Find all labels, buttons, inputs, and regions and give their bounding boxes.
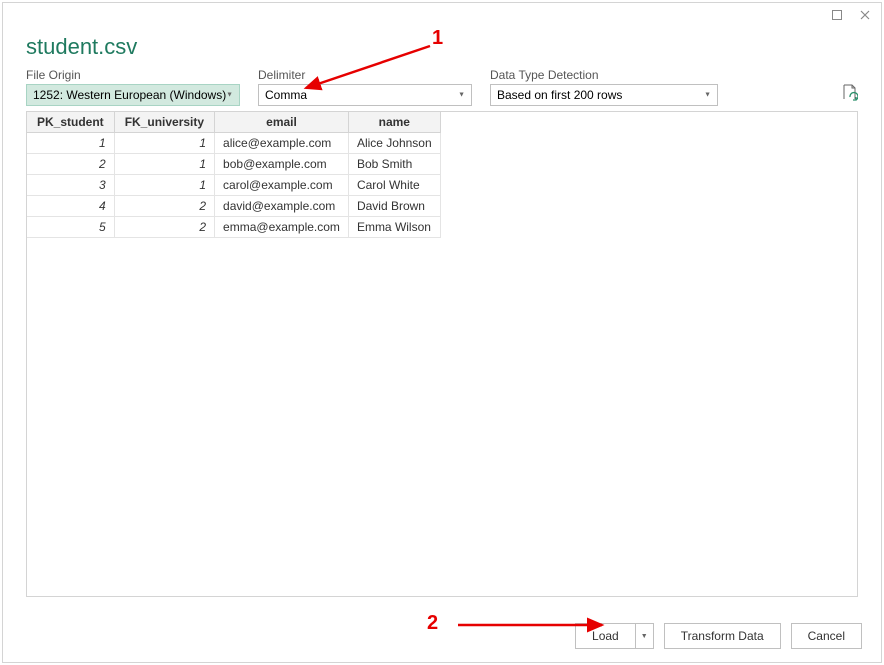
load-button[interactable]: Load ▼: [575, 623, 654, 649]
cell: emma@example.com: [215, 217, 349, 238]
table-row[interactable]: 5 2 emma@example.com Emma Wilson: [27, 217, 441, 238]
column-header[interactable]: FK_university: [114, 112, 214, 133]
load-button-arrow[interactable]: ▼: [635, 624, 653, 648]
column-header[interactable]: email: [215, 112, 349, 133]
table-row[interactable]: 1 1 alice@example.com Alice Johnson: [27, 133, 441, 154]
column-header[interactable]: name: [348, 112, 440, 133]
delimiter-label: Delimiter: [258, 68, 472, 82]
data-type-detection-value: Based on first 200 rows: [497, 88, 622, 102]
file-origin-dropdown[interactable]: 1252: Western European (Windows) ▼: [26, 84, 240, 106]
cell: Emma Wilson: [348, 217, 440, 238]
dialog-title: student.csv: [26, 34, 137, 60]
cell: 1: [27, 133, 115, 154]
cell: alice@example.com: [215, 133, 349, 154]
transform-data-button[interactable]: Transform Data: [664, 623, 781, 649]
cell: 1: [114, 175, 214, 196]
preview-table: PK_student FK_university email name 1 1 …: [26, 111, 441, 238]
cell: 1: [114, 133, 214, 154]
column-header[interactable]: PK_student: [27, 112, 115, 133]
preview-area: PK_student FK_university email name 1 1 …: [26, 111, 858, 597]
table-row[interactable]: 2 1 bob@example.com Bob Smith: [27, 154, 441, 175]
cell: carol@example.com: [215, 175, 349, 196]
cancel-button[interactable]: Cancel: [791, 623, 862, 649]
cell: 3: [27, 175, 115, 196]
cell: Carol White: [348, 175, 440, 196]
table-row[interactable]: 3 1 carol@example.com Carol White: [27, 175, 441, 196]
caret-down-icon: ▼: [458, 92, 465, 99]
delimiter-value: Comma: [265, 88, 307, 102]
table-row[interactable]: 4 2 david@example.com David Brown: [27, 196, 441, 217]
caret-down-icon: ▼: [226, 92, 233, 99]
load-button-main[interactable]: Load: [576, 624, 635, 648]
cell: 5: [27, 217, 115, 238]
file-origin-value: 1252: Western European (Windows): [33, 88, 226, 102]
maximize-button[interactable]: [830, 8, 844, 22]
cell: david@example.com: [215, 196, 349, 217]
cell: 1: [114, 154, 214, 175]
cell: 2: [27, 154, 115, 175]
data-type-detection-dropdown[interactable]: Based on first 200 rows ▼: [490, 84, 718, 106]
cell: David Brown: [348, 196, 440, 217]
close-button[interactable]: [858, 8, 872, 22]
document-refresh-icon[interactable]: [842, 84, 858, 104]
cell: bob@example.com: [215, 154, 349, 175]
file-origin-label: File Origin: [26, 68, 240, 82]
data-type-detection-label: Data Type Detection: [490, 68, 718, 82]
cell: 4: [27, 196, 115, 217]
cell: Bob Smith: [348, 154, 440, 175]
cell: 2: [114, 217, 214, 238]
caret-down-icon: ▼: [704, 92, 711, 99]
cell: Alice Johnson: [348, 133, 440, 154]
delimiter-dropdown[interactable]: Comma ▼: [258, 84, 472, 106]
cell: 2: [114, 196, 214, 217]
